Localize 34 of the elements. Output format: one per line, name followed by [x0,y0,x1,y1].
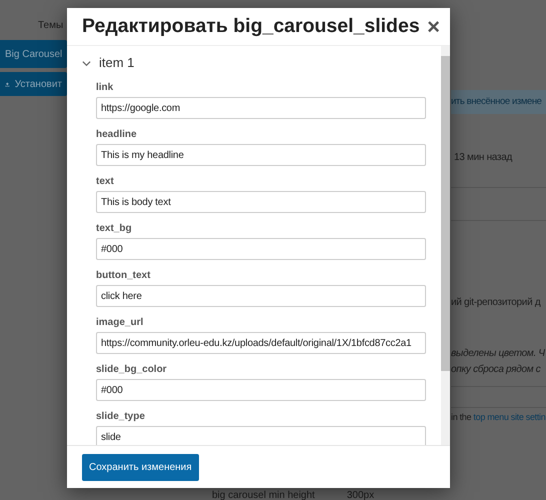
field-label: headline [96,129,138,141]
input-field[interactable]: #000 [96,379,426,401]
chevron-icon[interactable] [82,58,91,68]
input-field[interactable]: https://community.orleu-edu.kz/uploads/default/original/1X/1bfcd87cc2a1 [96,332,426,354]
close-button[interactable]: × [427,16,440,38]
modal-title: Редактировать big_carousel_slides [82,14,420,38]
field-label: slide_bg_color [96,364,168,376]
hint-text: выделены цветом. Ч [451,347,546,362]
input-field[interactable]: This is my headline [96,144,426,166]
field-label: slide_type [96,411,146,423]
field-label: button_text [96,270,152,282]
field-label: image_url [96,317,144,329]
field-label: text [96,176,115,188]
sidebar-title: Темы [38,19,64,32]
input-field[interactable]: https://google.com [96,97,426,119]
scrollbar[interactable] [441,46,450,445]
theme-button[interactable]: Big Carousel [0,40,67,68]
input-field[interactable]: This is body text [96,191,426,213]
setting-value: 300px [346,489,374,500]
updated-time: 13 мин назад [453,151,514,166]
field-label: text_bg [96,223,133,235]
button-label: Установит [14,78,62,92]
menu-note: in the top menu site settin [451,411,546,424]
input-field[interactable]: slide [96,426,426,445]
section-title: item 1 [99,54,134,72]
notice-bar: ить внесённое измене [451,90,546,114]
input-field[interactable]: #000 [96,238,426,260]
hint-text: опку сброса рядом с [451,363,542,378]
input-field[interactable]: click here [96,285,426,307]
install-button[interactable]: Установит [0,72,67,96]
description-text: ий git-репозиторий д [451,296,542,310]
setting-name: big carousel min height [212,489,315,500]
field-label: link [96,82,114,94]
save-button[interactable]: Сохранить изменения [82,454,199,480]
